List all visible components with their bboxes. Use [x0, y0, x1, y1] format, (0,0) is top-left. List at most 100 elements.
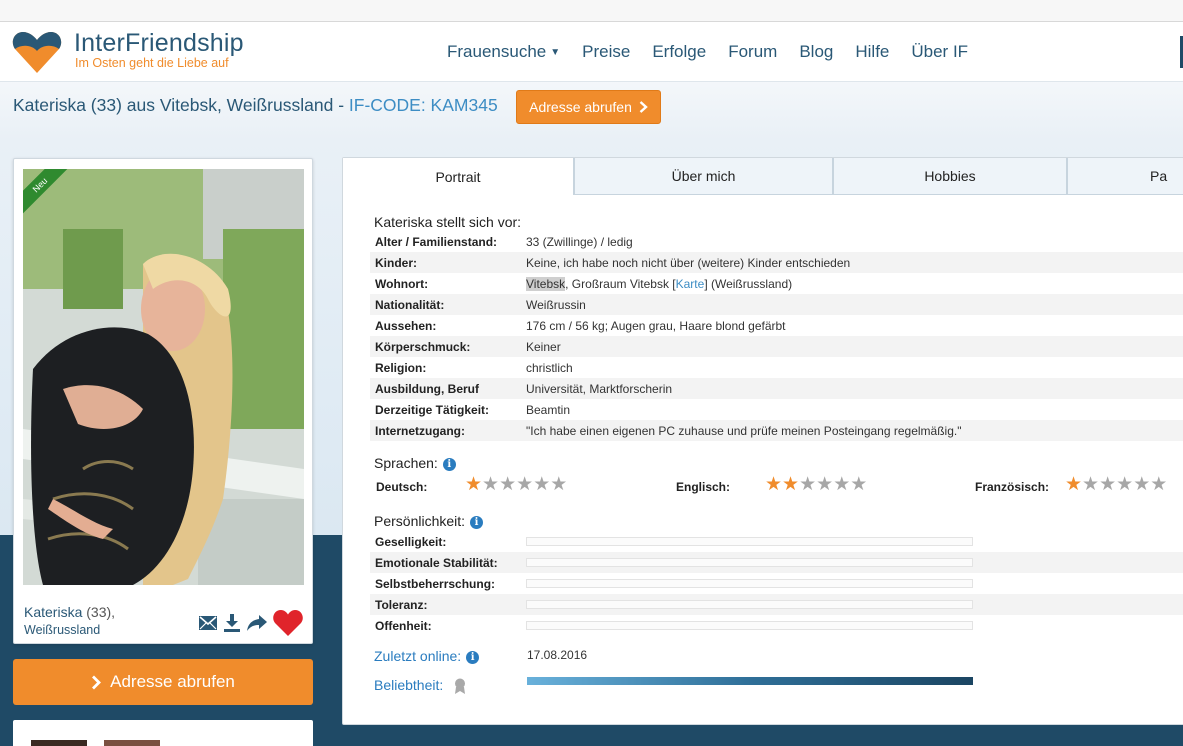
- table-row: Derzeitige Tätigkeit: Beamtin: [370, 399, 1183, 420]
- table-row: Aussehen: 176 cm / 56 kg; Augen grau, Haa…: [370, 315, 1183, 336]
- row-label: Wohnort:: [375, 276, 429, 291]
- nav-erfolge[interactable]: Erfolge: [652, 42, 706, 62]
- profile-photo-illustration: [23, 169, 304, 585]
- personality-row: Toleranz:: [370, 594, 1183, 615]
- star-empty-icon: ★: [1150, 474, 1168, 495]
- star-empty-icon: ★: [850, 474, 868, 495]
- star-filled-icon: ★: [765, 474, 783, 495]
- wohnort-region: , Großraum Vitebsk [: [565, 276, 676, 291]
- star-filled-icon: ★: [782, 474, 800, 495]
- card-age: (33),: [82, 604, 116, 620]
- row-value: Weißrussin: [526, 297, 586, 312]
- row-label: Selbstbeherrschung:: [375, 576, 496, 591]
- zuletzt-online-text: Zuletzt online:: [374, 648, 462, 664]
- adresse-abrufen-large-button[interactable]: Adresse abrufen: [13, 659, 313, 705]
- beliebtheit-bar: [527, 677, 973, 685]
- profile-photo[interactable]: Neu: [23, 169, 304, 585]
- card-name-text: Kateriska: [24, 604, 83, 620]
- share-icon[interactable]: [247, 615, 267, 636]
- thumbnail-1[interactable]: [31, 740, 87, 746]
- info-icon[interactable]: i: [470, 515, 484, 529]
- row-value: Vitebsk, Großraum Vitebsk [Karte] (Weißr…: [526, 276, 793, 291]
- row-label: Toleranz:: [375, 597, 428, 612]
- personality-bar: [526, 579, 973, 588]
- portrait-table: Alter / Familienstand: 33 (Zwillinge) / l…: [370, 231, 1183, 441]
- personality-bar: [526, 558, 973, 567]
- personality-bar: [526, 537, 973, 546]
- karte-link[interactable]: Karte: [676, 277, 705, 291]
- personality-heading: Persönlichkeit: i: [374, 513, 484, 529]
- personality-row: Selbstbeherrschung:: [370, 573, 1183, 594]
- star-empty-icon: ★: [833, 474, 851, 495]
- row-label: Derzeitige Tätigkeit:: [375, 402, 490, 417]
- personality-table: Geselligkeit: Emotionale Stabilität: Sel…: [370, 531, 1183, 636]
- zuletzt-online-label: Zuletzt online: i: [374, 648, 480, 664]
- wohnort-country: ] (Weißrussland): [704, 276, 793, 291]
- row-value: Keiner: [526, 339, 561, 354]
- row-label: Aussehen:: [375, 318, 437, 333]
- personality-row: Offenheit:: [370, 615, 1183, 636]
- row-value: Universität, Marktforscherin: [526, 381, 673, 396]
- table-row: Kinder: Keine, ich habe noch nicht über (…: [370, 252, 1183, 273]
- rating-franzoesisch: ★ ★ ★ ★ ★ ★: [1065, 475, 1167, 494]
- nav-forum[interactable]: Forum: [728, 42, 777, 62]
- card-name[interactable]: Kateriska (33),: [24, 604, 115, 620]
- languages-heading: Sprachen: i: [374, 455, 456, 471]
- personality-bar: [526, 621, 973, 630]
- info-icon[interactable]: i: [442, 457, 456, 471]
- nav-blog[interactable]: Blog: [799, 42, 833, 62]
- row-label: Kinder:: [375, 255, 417, 270]
- row-label: Religion:: [375, 360, 427, 375]
- table-row: Nationalität: Weißrussin: [370, 294, 1183, 315]
- award-icon: [455, 678, 466, 695]
- thumbnail-2[interactable]: [104, 740, 160, 746]
- row-label: Nationalität:: [375, 297, 445, 312]
- tab-hobbies[interactable]: Hobbies: [833, 158, 1067, 195]
- personality-row: Emotionale Stabilität:: [370, 552, 1183, 573]
- row-label: Alter / Familienstand:: [375, 234, 498, 249]
- brand-name[interactable]: InterFriendship: [74, 29, 244, 58]
- star-empty-icon: ★: [550, 474, 568, 495]
- thumbnail-strip: [13, 720, 313, 746]
- card-actions: [199, 610, 303, 641]
- star-empty-icon: ★: [799, 474, 817, 495]
- star-filled-icon: ★: [465, 474, 483, 495]
- nav-preise[interactable]: Preise: [582, 42, 630, 62]
- main-nav: Frauensuche ▼ Preise Erfolge Forum Blog H…: [447, 42, 968, 62]
- star-empty-icon: ★: [516, 474, 534, 495]
- star-empty-icon: ★: [1099, 474, 1117, 495]
- site-header: InterFriendship Im Osten geht die Liebe …: [0, 22, 1183, 82]
- info-icon[interactable]: i: [466, 650, 480, 664]
- wohnort-city: Vitebsk: [526, 276, 566, 291]
- nav-frauensuche-label: Frauensuche: [447, 42, 547, 61]
- profile-title-name: Kateriska (33) aus Vitebsk, Weißrussland: [13, 95, 334, 115]
- nav-frauensuche[interactable]: Frauensuche ▼: [447, 42, 560, 62]
- rating-deutsch: ★ ★ ★ ★ ★ ★: [465, 475, 567, 494]
- row-value: 33 (Zwillinge) / ledig: [526, 234, 633, 249]
- star-empty-icon: ★: [533, 474, 551, 495]
- logo-heart-icon[interactable]: [12, 29, 62, 75]
- tab-ueber-mich[interactable]: Über mich: [574, 158, 833, 195]
- star-empty-icon: ★: [1116, 474, 1134, 495]
- caret-down-icon: ▼: [550, 47, 561, 58]
- nav-ueber-if[interactable]: Über IF: [911, 42, 968, 62]
- star-empty-icon: ★: [1082, 474, 1100, 495]
- tab-portrait[interactable]: Portrait: [343, 158, 574, 195]
- zuletzt-online-date: 17.08.2016: [527, 648, 588, 662]
- lang-englisch-label: Englisch:: [676, 480, 731, 494]
- adresse-abrufen-button[interactable]: Adresse abrufen: [516, 90, 661, 124]
- row-label: Internetzugang:: [375, 423, 465, 438]
- personality-bar: [526, 600, 973, 609]
- row-value: christlich: [526, 360, 573, 375]
- chevron-right-icon: [639, 101, 648, 113]
- nav-hilfe[interactable]: Hilfe: [855, 42, 889, 62]
- row-label: Offenheit:: [375, 618, 432, 633]
- table-row: Alter / Familienstand: 33 (Zwillinge) / l…: [370, 231, 1183, 252]
- tab-partner[interactable]: Pa: [1067, 158, 1183, 195]
- profile-details-panel: Portrait Über mich Hobbies Pa Kateriska …: [342, 157, 1183, 725]
- download-icon[interactable]: [223, 614, 241, 637]
- row-label: Geselligkeit:: [375, 534, 447, 549]
- heart-icon[interactable]: [273, 610, 303, 641]
- envelope-icon[interactable]: [199, 616, 217, 635]
- row-label: Emotionale Stabilität:: [375, 555, 498, 570]
